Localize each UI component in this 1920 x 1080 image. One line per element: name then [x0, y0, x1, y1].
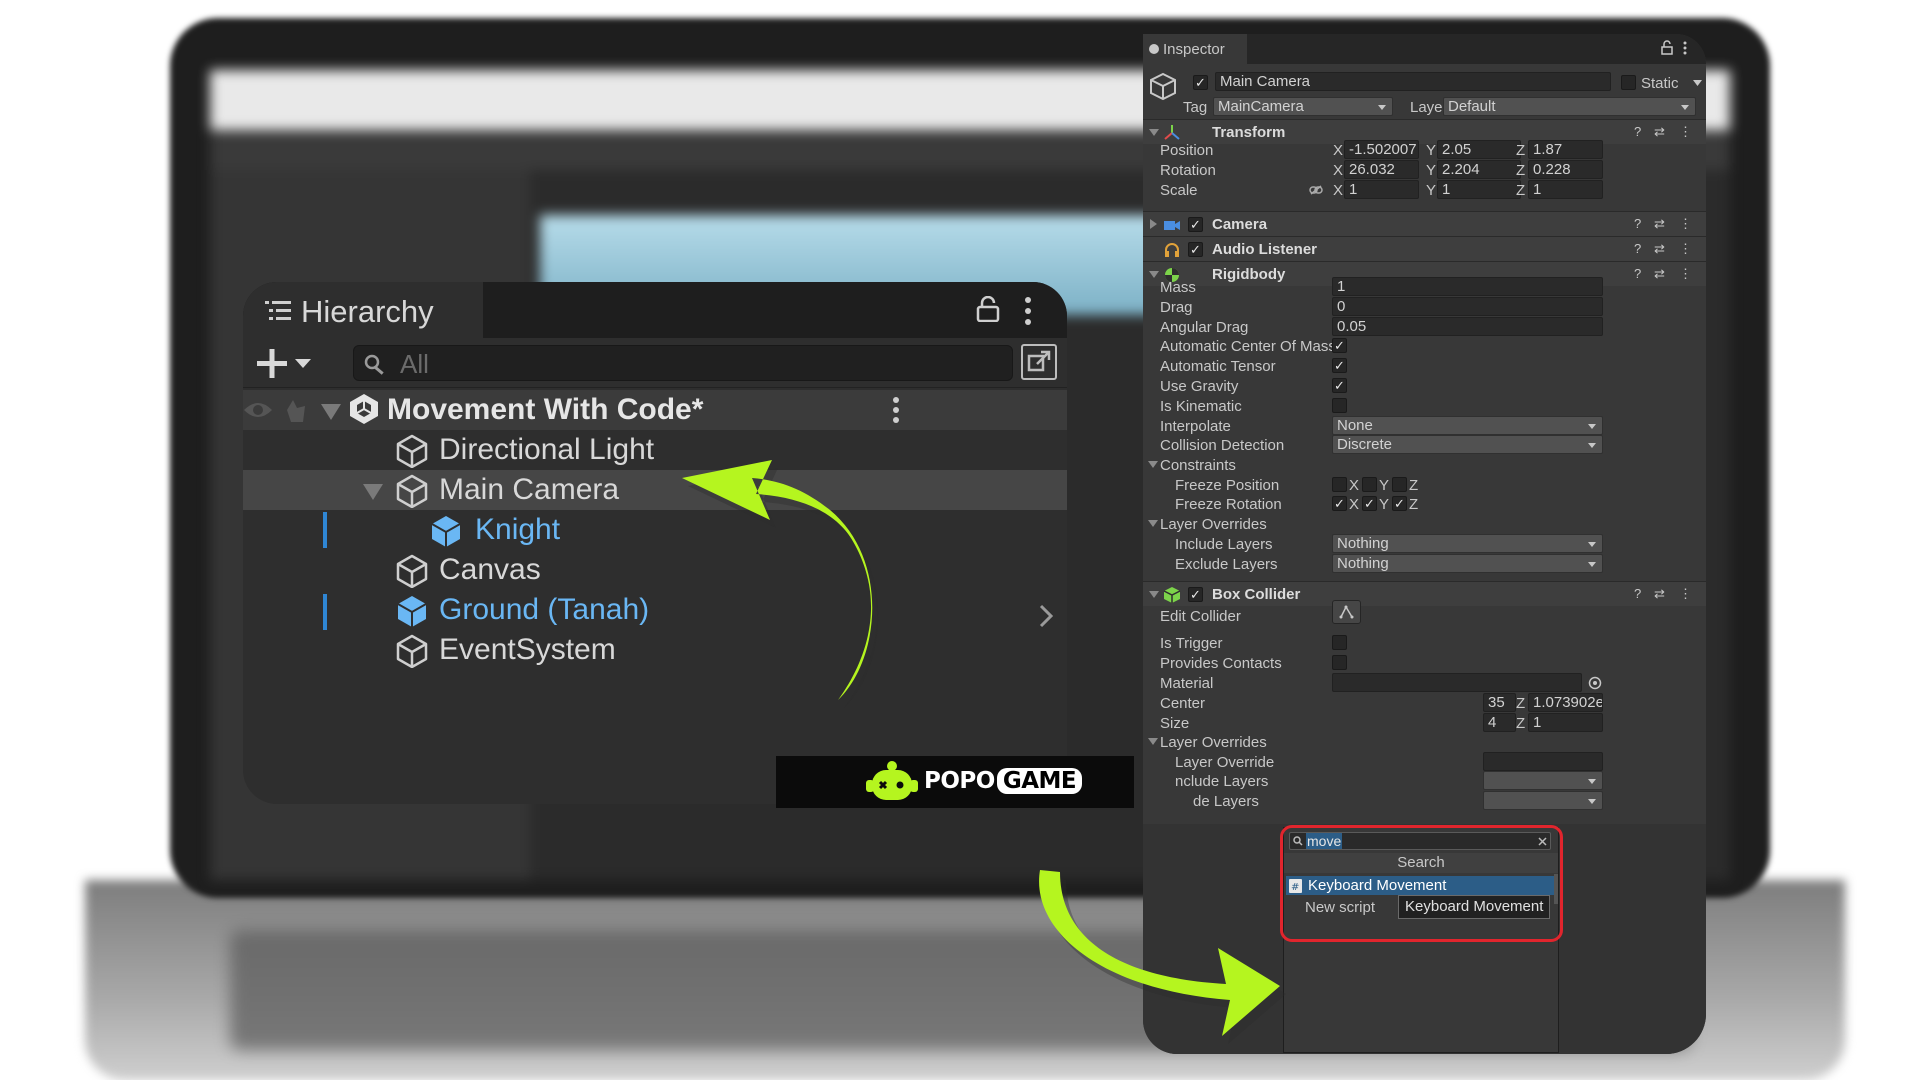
- annotation-arrows: [682, 460, 1286, 1044]
- arrow-to-main-camera: [682, 460, 879, 708]
- arrow-to-search-popup: [1039, 870, 1286, 1044]
